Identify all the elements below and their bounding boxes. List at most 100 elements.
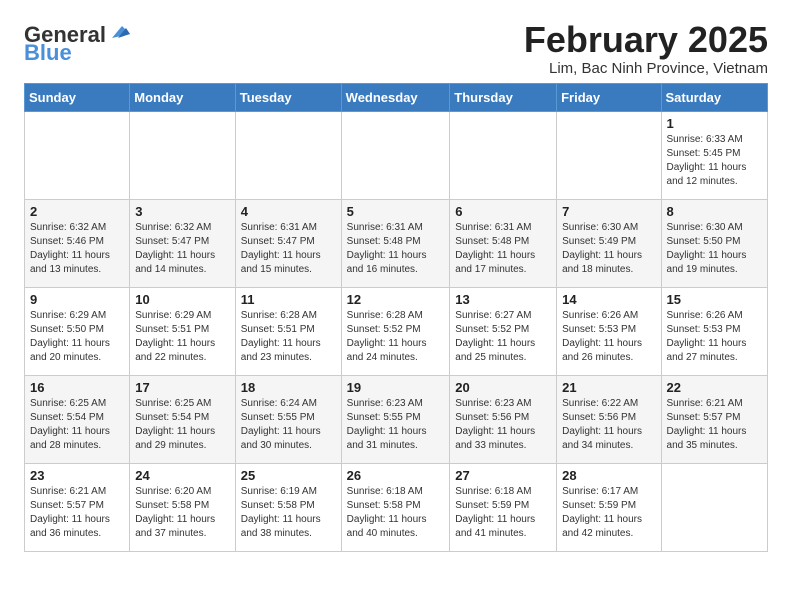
- day-number: 5: [347, 204, 445, 219]
- day-number: 28: [562, 468, 655, 483]
- calendar-day-cell: 17 Sunrise: 6:25 AM Sunset: 5:54 PM Dayli…: [130, 375, 236, 463]
- calendar-day-cell: [130, 111, 236, 199]
- day-info: Sunrise: 6:32 AM Sunset: 5:47 PM Dayligh…: [135, 222, 215, 275]
- weekday-header-cell: Monday: [130, 83, 236, 111]
- day-number: 9: [30, 292, 124, 307]
- calendar-day-cell: 21 Sunrise: 6:22 AM Sunset: 5:56 PM Dayli…: [557, 375, 661, 463]
- weekday-header-cell: Tuesday: [235, 83, 341, 111]
- day-info: Sunrise: 6:30 AM Sunset: 5:50 PM Dayligh…: [667, 222, 747, 275]
- weekday-header-row: SundayMondayTuesdayWednesdayThursdayFrid…: [25, 83, 768, 111]
- day-number: 14: [562, 292, 655, 307]
- day-info: Sunrise: 6:18 AM Sunset: 5:58 PM Dayligh…: [347, 486, 427, 539]
- title-area: February 2025 Lim, Bac Ninh Province, Vi…: [524, 20, 768, 77]
- calendar-day-cell: 26 Sunrise: 6:18 AM Sunset: 5:58 PM Dayli…: [341, 463, 450, 551]
- calendar-day-cell: 1Sunrise: 6:33 AM Sunset: 5:45 PM Daylig…: [661, 111, 767, 199]
- day-number: 2: [30, 204, 124, 219]
- day-number: 15: [667, 292, 762, 307]
- day-number: 21: [562, 380, 655, 395]
- weekday-header-cell: Sunday: [25, 83, 130, 111]
- day-info: Sunrise: 6:31 AM Sunset: 5:48 PM Dayligh…: [347, 222, 427, 275]
- day-info: Sunrise: 6:21 AM Sunset: 5:57 PM Dayligh…: [667, 398, 747, 451]
- day-number: 13: [455, 292, 551, 307]
- day-number: 25: [241, 468, 336, 483]
- day-info: Sunrise: 6:27 AM Sunset: 5:52 PM Dayligh…: [455, 310, 535, 363]
- day-info: Sunrise: 6:23 AM Sunset: 5:55 PM Dayligh…: [347, 398, 427, 451]
- calendar-day-cell: 24Sunrise: 6:20 AM Sunset: 5:58 PM Dayli…: [130, 463, 236, 551]
- day-info: Sunrise: 6:32 AM Sunset: 5:46 PM Dayligh…: [30, 222, 110, 275]
- month-title: February 2025: [524, 20, 768, 60]
- calendar-day-cell: [25, 111, 130, 199]
- calendar-day-cell: 19 Sunrise: 6:23 AM Sunset: 5:55 PM Dayli…: [341, 375, 450, 463]
- calendar-day-cell: 4 Sunrise: 6:31 AM Sunset: 5:47 PM Daylig…: [235, 199, 341, 287]
- day-number: 23: [30, 468, 124, 483]
- day-number: 12: [347, 292, 445, 307]
- logo-blue-text: Blue: [24, 42, 72, 64]
- calendar-day-cell: 28 Sunrise: 6:17 AM Sunset: 5:59 PM Dayli…: [557, 463, 661, 551]
- day-info: Sunrise: 6:31 AM Sunset: 5:47 PM Dayligh…: [241, 222, 321, 275]
- day-info: Sunrise: 6:28 AM Sunset: 5:51 PM Dayligh…: [241, 310, 321, 363]
- calendar-table: SundayMondayTuesdayWednesdayThursdayFrid…: [24, 83, 768, 552]
- weekday-header-cell: Friday: [557, 83, 661, 111]
- logo: General Blue: [24, 24, 130, 64]
- calendar-day-cell: [450, 111, 557, 199]
- day-info: Sunrise: 6:22 AM Sunset: 5:56 PM Dayligh…: [562, 398, 642, 451]
- calendar-day-cell: [341, 111, 450, 199]
- day-info: Sunrise: 6:23 AM Sunset: 5:56 PM Dayligh…: [455, 398, 535, 451]
- calendar-week-row: 2 Sunrise: 6:32 AM Sunset: 5:46 PM Daylig…: [25, 199, 768, 287]
- calendar-day-cell: 15Sunrise: 6:26 AM Sunset: 5:53 PM Dayli…: [661, 287, 767, 375]
- calendar-day-cell: 3 Sunrise: 6:32 AM Sunset: 5:47 PM Daylig…: [130, 199, 236, 287]
- day-number: 10: [135, 292, 230, 307]
- day-info: Sunrise: 6:30 AM Sunset: 5:49 PM Dayligh…: [562, 222, 642, 275]
- day-number: 17: [135, 380, 230, 395]
- day-info: Sunrise: 6:18 AM Sunset: 5:59 PM Dayligh…: [455, 486, 535, 539]
- calendar-day-cell: 9 Sunrise: 6:29 AM Sunset: 5:50 PM Daylig…: [25, 287, 130, 375]
- calendar-day-cell: 27 Sunrise: 6:18 AM Sunset: 5:59 PM Dayli…: [450, 463, 557, 551]
- calendar-day-cell: 13 Sunrise: 6:27 AM Sunset: 5:52 PM Dayli…: [450, 287, 557, 375]
- day-number: 8: [667, 204, 762, 219]
- page-header: General Blue February 2025 Lim, Bac Ninh…: [24, 20, 768, 77]
- calendar-day-cell: 14Sunrise: 6:26 AM Sunset: 5:53 PM Dayli…: [557, 287, 661, 375]
- calendar-day-cell: [557, 111, 661, 199]
- day-info: Sunrise: 6:28 AM Sunset: 5:52 PM Dayligh…: [347, 310, 427, 363]
- day-number: 20: [455, 380, 551, 395]
- calendar-week-row: 9 Sunrise: 6:29 AM Sunset: 5:50 PM Daylig…: [25, 287, 768, 375]
- weekday-header-cell: Saturday: [661, 83, 767, 111]
- day-info: Sunrise: 6:19 AM Sunset: 5:58 PM Dayligh…: [241, 486, 321, 539]
- calendar-day-cell: 10 Sunrise: 6:29 AM Sunset: 5:51 PM Dayli…: [130, 287, 236, 375]
- day-number: 7: [562, 204, 655, 219]
- calendar-day-cell: 23 Sunrise: 6:21 AM Sunset: 5:57 PM Dayli…: [25, 463, 130, 551]
- day-info: Sunrise: 6:24 AM Sunset: 5:55 PM Dayligh…: [241, 398, 321, 451]
- location-title: Lim, Bac Ninh Province, Vietnam: [524, 60, 768, 77]
- calendar-day-cell: 2 Sunrise: 6:32 AM Sunset: 5:46 PM Daylig…: [25, 199, 130, 287]
- day-info: Sunrise: 6:17 AM Sunset: 5:59 PM Dayligh…: [562, 486, 642, 539]
- calendar-day-cell: 5 Sunrise: 6:31 AM Sunset: 5:48 PM Daylig…: [341, 199, 450, 287]
- calendar-day-cell: [661, 463, 767, 551]
- calendar-day-cell: 16Sunrise: 6:25 AM Sunset: 5:54 PM Dayli…: [25, 375, 130, 463]
- day-number: 3: [135, 204, 230, 219]
- calendar-week-row: 23 Sunrise: 6:21 AM Sunset: 5:57 PM Dayli…: [25, 463, 768, 551]
- day-number: 22: [667, 380, 762, 395]
- day-info: Sunrise: 6:20 AM Sunset: 5:58 PM Dayligh…: [135, 486, 215, 539]
- calendar-day-cell: 8 Sunrise: 6:30 AM Sunset: 5:50 PM Daylig…: [661, 199, 767, 287]
- day-info: Sunrise: 6:29 AM Sunset: 5:51 PM Dayligh…: [135, 310, 215, 363]
- day-number: 1: [667, 116, 762, 131]
- day-number: 11: [241, 292, 336, 307]
- day-number: 4: [241, 204, 336, 219]
- day-info: Sunrise: 6:21 AM Sunset: 5:57 PM Dayligh…: [30, 486, 110, 539]
- calendar-day-cell: 22 Sunrise: 6:21 AM Sunset: 5:57 PM Dayli…: [661, 375, 767, 463]
- weekday-header-cell: Wednesday: [341, 83, 450, 111]
- day-number: 19: [347, 380, 445, 395]
- calendar-day-cell: 20 Sunrise: 6:23 AM Sunset: 5:56 PM Dayli…: [450, 375, 557, 463]
- calendar-day-cell: 25 Sunrise: 6:19 AM Sunset: 5:58 PM Dayli…: [235, 463, 341, 551]
- calendar-week-row: 1Sunrise: 6:33 AM Sunset: 5:45 PM Daylig…: [25, 111, 768, 199]
- day-info: Sunrise: 6:25 AM Sunset: 5:54 PM Dayligh…: [30, 398, 110, 451]
- calendar-day-cell: 18Sunrise: 6:24 AM Sunset: 5:55 PM Dayli…: [235, 375, 341, 463]
- day-info: Sunrise: 6:31 AM Sunset: 5:48 PM Dayligh…: [455, 222, 535, 275]
- day-info: Sunrise: 6:25 AM Sunset: 5:54 PM Dayligh…: [135, 398, 215, 451]
- day-info: Sunrise: 6:29 AM Sunset: 5:50 PM Dayligh…: [30, 310, 110, 363]
- day-number: 6: [455, 204, 551, 219]
- calendar-day-cell: [235, 111, 341, 199]
- calendar-day-cell: 12 Sunrise: 6:28 AM Sunset: 5:52 PM Dayli…: [341, 287, 450, 375]
- day-number: 27: [455, 468, 551, 483]
- day-number: 26: [347, 468, 445, 483]
